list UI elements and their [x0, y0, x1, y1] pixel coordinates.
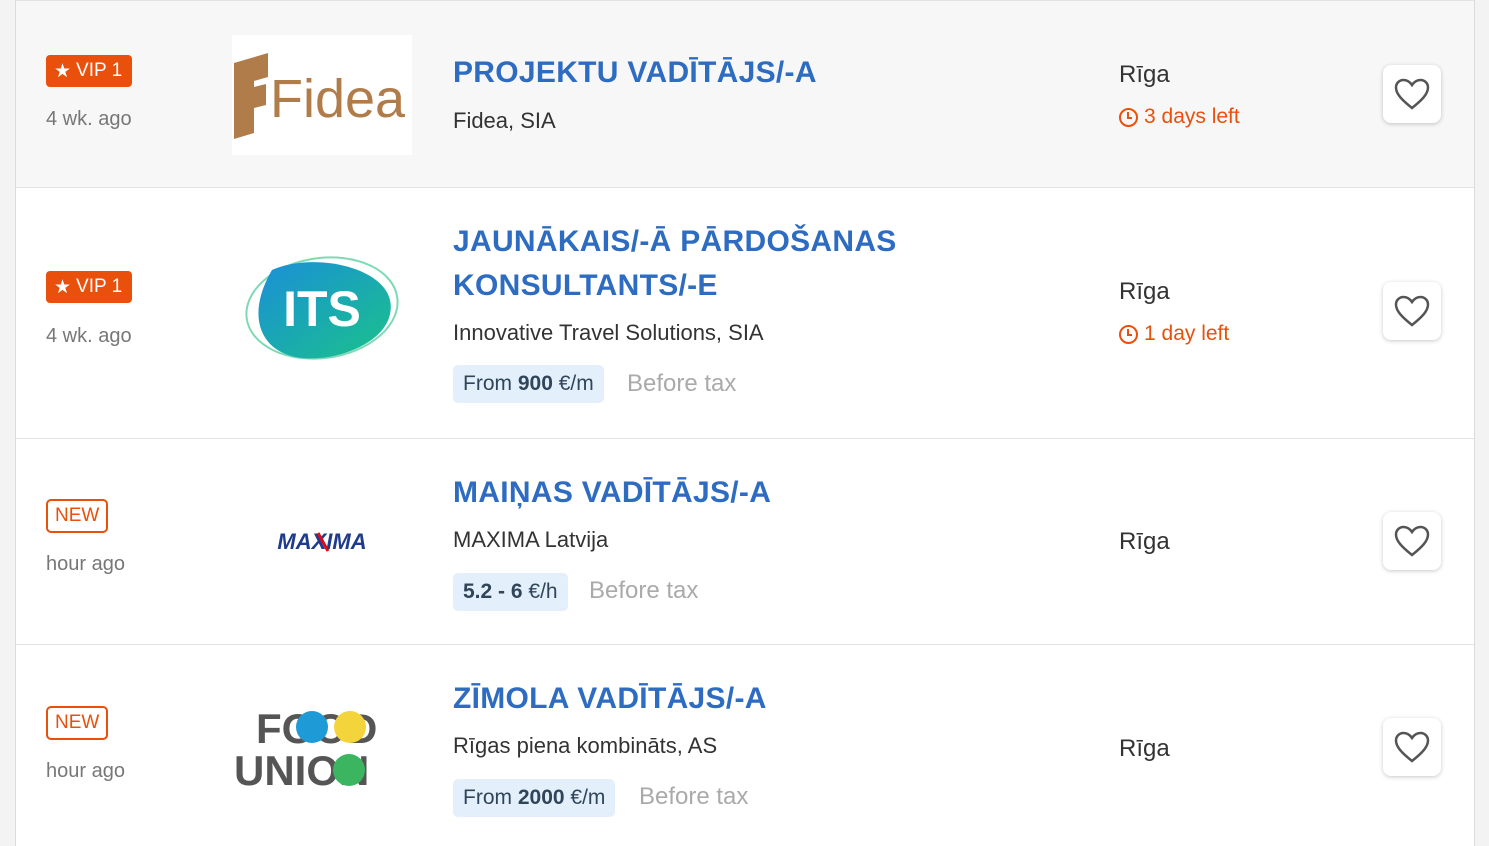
salary-unit: €/m: [570, 786, 606, 809]
posted-time: hour ago: [46, 760, 125, 782]
new-badge: NEW: [46, 499, 109, 533]
tax-note: Before tax: [639, 783, 749, 810]
salary-unit: €/h: [528, 580, 558, 603]
salary-badge: From 2000 €/m: [453, 779, 616, 817]
company-name[interactable]: Innovative Travel Solutions, SIA: [453, 320, 764, 346]
job-row-2[interactable]: ★ VIP 1 4 wk. ago ITS JAUNĀKAIS/-Ā PĀRDO…: [16, 188, 1474, 439]
company-logo-food-union[interactable]: FOOD UNION: [232, 685, 412, 805]
job-title-link[interactable]: JAUNĀKAIS/-Ā PĀRDOŠANAS KONSULTANTS/-E: [453, 220, 1013, 308]
salary-value: 900: [517, 372, 553, 395]
job-row-4[interactable]: NEW hour ago FOOD UNION ZĪMOLA VADĪTĀJS/…: [16, 645, 1474, 846]
vip-badge: ★ VIP 1: [46, 271, 133, 303]
company-logo-fidea[interactable]: Fidea: [232, 35, 412, 155]
heart-icon: [1394, 525, 1430, 557]
favorite-button[interactable]: [1383, 65, 1441, 123]
food-union-logo-icon: FOOD UNION: [234, 705, 377, 794]
job-city: Rīga: [1119, 528, 1170, 555]
posted-time: hour ago: [46, 553, 125, 575]
tax-note: Before tax: [627, 370, 737, 397]
deadline: 1 day left: [1119, 322, 1229, 346]
heart-icon: [1394, 78, 1430, 110]
job-title-link[interactable]: MAIŅAS VADĪTĀJS/-A: [453, 471, 1013, 515]
job-title-link[interactable]: PROJEKTU VADĪTĀJS/-A: [453, 51, 1013, 95]
its-logo-icon: ITS: [245, 256, 399, 360]
salary-badge: From 900 €/m: [453, 365, 604, 403]
heart-icon: [1394, 295, 1430, 327]
favorite-button[interactable]: [1383, 512, 1441, 570]
heart-icon: [1394, 731, 1430, 763]
favorite-button[interactable]: [1383, 718, 1441, 776]
deadline-text: 1 day left: [1144, 322, 1230, 345]
posted-time: 4 wk. ago: [46, 325, 132, 347]
svg-text:Fidea: Fidea: [270, 69, 406, 129]
salary-value: 5.2 - 6: [463, 580, 523, 603]
job-city: Rīga: [1119, 735, 1170, 762]
posted-time: 4 wk. ago: [46, 108, 132, 130]
job-row-3[interactable]: NEW hour ago MAXIMA MAIŅAS VADĪTĀJS/-A M…: [16, 439, 1474, 645]
company-name[interactable]: Rīgas piena kombināts, AS: [453, 733, 717, 759]
vip-badge-label: VIP 1: [76, 60, 123, 81]
fidea-logo-icon: Fidea: [234, 53, 406, 139]
clock-icon: [1119, 324, 1138, 344]
salary-unit: €/m: [558, 372, 594, 395]
deadline: 3 days left: [1119, 105, 1240, 129]
job-city: Rīga: [1119, 61, 1170, 88]
new-badge: NEW: [46, 706, 109, 740]
salary-badge: 5.2 - 6 €/h: [453, 573, 568, 611]
company-logo-maxima[interactable]: MAXIMA: [232, 481, 412, 601]
star-icon: ★: [54, 276, 72, 298]
job-list: ★ VIP 1 4 wk. ago Fidea PROJEKTU VADĪTĀJ…: [15, 0, 1475, 846]
tax-note: Before tax: [589, 577, 699, 604]
company-logo-its[interactable]: ITS: [232, 248, 412, 368]
star-icon: ★: [54, 60, 72, 82]
company-name[interactable]: MAXIMA Latvija: [453, 527, 608, 553]
salary-prefix: From: [463, 786, 512, 809]
deadline-text: 3 days left: [1144, 105, 1240, 128]
vip-badge-label: VIP 1: [76, 276, 123, 297]
svg-text:ITS: ITS: [283, 281, 361, 337]
company-name[interactable]: Fidea, SIA: [453, 108, 556, 134]
salary-value: 2000: [517, 786, 565, 809]
job-title-link[interactable]: ZĪMOLA VADĪTĀJS/-A: [453, 677, 1013, 721]
salary-prefix: From: [463, 372, 512, 395]
job-row-1[interactable]: ★ VIP 1 4 wk. ago Fidea PROJEKTU VADĪTĀJ…: [16, 0, 1474, 188]
maxima-logo-icon: MAXIMA: [277, 529, 366, 554]
vip-badge: ★ VIP 1: [46, 55, 133, 87]
favorite-button[interactable]: [1383, 282, 1441, 340]
clock-icon: [1119, 107, 1138, 127]
job-city: Rīga: [1119, 278, 1170, 305]
